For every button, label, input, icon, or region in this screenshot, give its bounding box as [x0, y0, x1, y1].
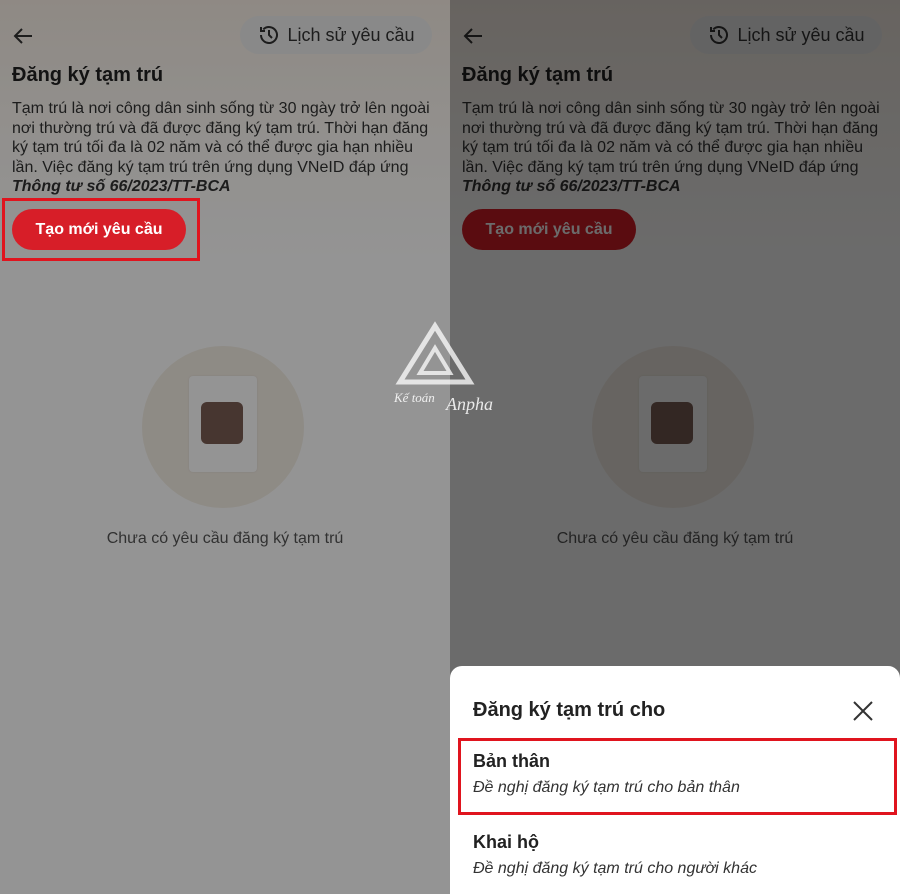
clock-history-icon — [710, 26, 729, 44]
description: Tạm trú là nơi công dân sinh sống từ 30 … — [462, 99, 892, 197]
create-request-button[interactable]: Tạo mới yêu cầu — [462, 209, 636, 250]
watermark-text-2: Anpha — [445, 394, 493, 414]
regulation-reference: Thông tư số 66/2023/TT-BCA — [12, 178, 231, 195]
right-screen: Lịch sử yêu cầu Đăng ký tạm trú Tạm trú … — [450, 0, 900, 894]
watermark-logo: Kế toán Anpha — [393, 321, 493, 414]
history-label: Lịch sử yêu cầu — [737, 24, 865, 45]
empty-illustration — [142, 346, 304, 508]
document-icon — [639, 376, 707, 472]
page-title: Đăng ký tạm trú — [12, 64, 164, 86]
description-text: Tạm trú là nơi công dân sinh sống từ 30 … — [12, 100, 430, 176]
empty-state-text: Chưa có yêu cầu đăng ký tạm trú — [106, 530, 344, 547]
highlight-box — [2, 198, 200, 261]
history-button[interactable]: Lịch sử yêu cầu — [690, 16, 882, 54]
highlight-box — [458, 738, 897, 815]
option-proxy-title: Khai hộ — [473, 832, 539, 852]
person-icon — [201, 402, 243, 444]
back-arrow-icon[interactable] — [10, 22, 38, 50]
document-icon — [189, 376, 257, 472]
empty-illustration — [592, 346, 754, 508]
page-title: Đăng ký tạm trú — [462, 64, 614, 86]
history-label: Lịch sử yêu cầu — [287, 24, 415, 45]
history-button[interactable]: Lịch sử yêu cầu — [240, 16, 432, 54]
option-proxy-subtitle: Đề nghị đăng ký tạm trú cho người khác — [473, 860, 757, 877]
left-screen: Lịch sử yêu cầu Đăng ký tạm trú Tạm trú … — [0, 0, 450, 894]
watermark-text-1: Kế toán — [393, 390, 435, 405]
person-icon — [651, 402, 693, 444]
empty-state-text: Chưa có yêu cầu đăng ký tạm trú — [556, 530, 794, 547]
regulation-reference: Thông tư số 66/2023/TT-BCA — [462, 178, 681, 195]
close-icon[interactable] — [850, 698, 876, 724]
bottom-sheet: Đăng ký tạm trú cho Bản thân Đề nghị đăn… — [450, 666, 900, 894]
back-arrow-icon[interactable] — [460, 22, 488, 50]
clock-history-icon — [260, 26, 279, 44]
description-text: Tạm trú là nơi công dân sinh sống từ 30 … — [462, 100, 880, 176]
description: Tạm trú là nơi công dân sinh sống từ 30 … — [12, 99, 442, 197]
sheet-title: Đăng ký tạm trú cho — [473, 699, 666, 721]
